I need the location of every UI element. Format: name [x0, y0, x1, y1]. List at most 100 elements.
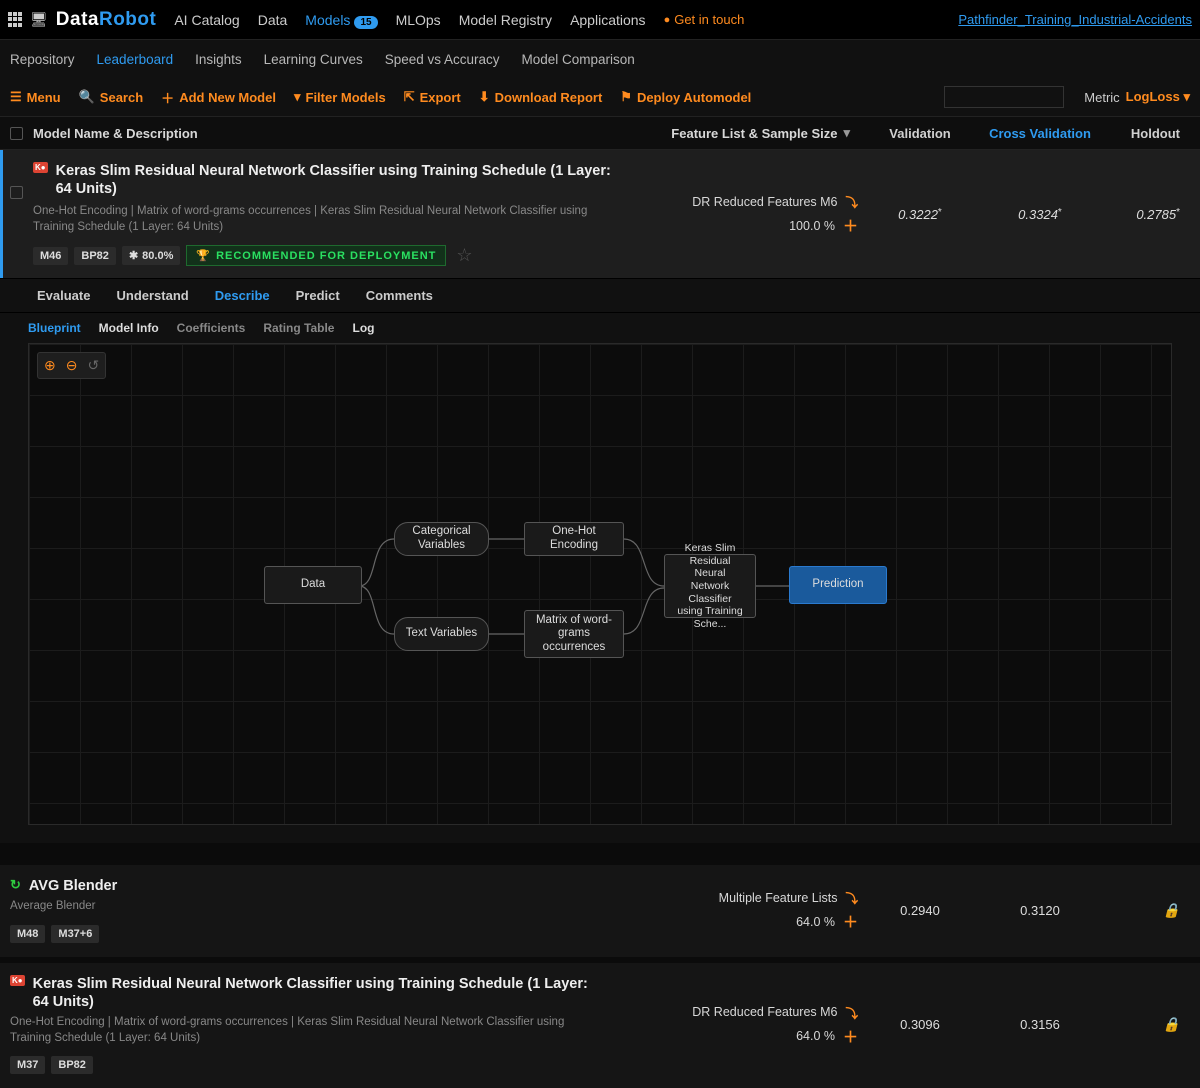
node-data[interactable]: Data: [264, 566, 362, 604]
node-matrix[interactable]: Matrix of word-grams occurrences: [524, 610, 624, 658]
subnav-repository[interactable]: Repository: [10, 52, 75, 67]
metric-label: Metric: [1084, 90, 1119, 105]
sample-size-pct: 100.0 %: [789, 219, 835, 233]
subnav-model-comparison[interactable]: Model Comparison: [522, 52, 635, 67]
feature-list-name: DR Reduced Features M6: [692, 195, 837, 209]
col-model-name[interactable]: Model Name & Description: [33, 126, 198, 141]
keras-icon: K●: [10, 975, 25, 986]
subtab-blueprint[interactable]: Blueprint: [28, 321, 81, 335]
chevron-down-icon: ▾: [1183, 89, 1190, 104]
feature-list-name: Multiple Feature Lists: [719, 891, 838, 905]
col-validation[interactable]: Validation: [860, 126, 980, 141]
add-sample-button[interactable]: ＋: [843, 911, 858, 932]
model-title: AVG Blender: [29, 877, 117, 895]
zoom-out-icon[interactable]: ⊖: [66, 357, 78, 374]
deploy-automodel-button[interactable]: ⚑Deploy Automodel: [620, 89, 751, 105]
validation-score: 0.2940: [860, 903, 980, 918]
cross-validation-score: 0.3156: [980, 1017, 1100, 1032]
col-holdout[interactable]: Holdout: [1100, 126, 1190, 141]
model-row[interactable]: K● Keras Slim Residual Neural Network Cl…: [0, 963, 1200, 1088]
holdout-locked: 🔒: [1100, 1016, 1190, 1033]
nav-model-registry[interactable]: Model Registry: [459, 12, 552, 28]
tab-describe[interactable]: Describe: [202, 279, 283, 312]
monitor-icon: 🖥: [30, 11, 48, 28]
get-in-touch-link[interactable]: Get in touch: [664, 12, 745, 27]
subtab-model-info[interactable]: Model Info: [99, 321, 159, 335]
recommended-badge: RECOMMENDED FOR DEPLOYMENT: [186, 245, 446, 266]
node-categorical[interactable]: Categorical Variables: [394, 522, 489, 556]
nav-ai-catalog[interactable]: AI Catalog: [174, 12, 239, 28]
model-tag-pct: ✱80.0%: [122, 246, 180, 265]
nav-models[interactable]: Models15: [305, 12, 377, 28]
download-report-button[interactable]: ⬇Download Report: [479, 89, 603, 105]
models-count-badge: 15: [354, 16, 377, 29]
filter-icon: ▾: [294, 89, 301, 105]
reset-zoom-icon[interactable]: ↺: [87, 357, 99, 374]
add-model-button[interactable]: ＋Add New Model: [161, 88, 276, 107]
validation-score: 0.3096: [860, 1017, 980, 1032]
subnav-speed-accuracy[interactable]: Speed vs Accuracy: [385, 52, 500, 67]
filter-models-button[interactable]: ▾Filter Models: [294, 89, 386, 105]
search-button[interactable]: 🔍Search: [79, 89, 144, 105]
model-description: Average Blender: [10, 899, 570, 915]
branch-icon[interactable]: ⤵: [845, 1003, 858, 1022]
model-tag-bp: BP82: [74, 247, 116, 265]
nav-data[interactable]: Data: [258, 12, 288, 28]
sample-size-pct: 64.0 %: [796, 1029, 835, 1043]
subnav-leaderboard[interactable]: Leaderboard: [97, 52, 174, 67]
zoom-in-icon[interactable]: ⊕: [44, 357, 56, 374]
tab-understand[interactable]: Understand: [103, 279, 201, 312]
subnav-insights[interactable]: Insights: [195, 52, 242, 67]
star-favorite-button[interactable]: ☆: [456, 245, 472, 266]
metric-selector-input[interactable]: [944, 86, 1064, 108]
metric-dropdown[interactable]: LogLoss ▾: [1126, 89, 1190, 105]
apps-grid-icon[interactable]: [8, 12, 24, 28]
nav-applications[interactable]: Applications: [570, 12, 646, 28]
filter-feature-icon[interactable]: ▾: [843, 125, 850, 141]
col-feature-list[interactable]: Feature List & Sample Size: [671, 126, 837, 141]
holdout-score: 0.2785*: [1100, 207, 1190, 222]
node-keras[interactable]: Keras Slim Residual Neural Network Class…: [664, 554, 756, 618]
export-button[interactable]: ⇱Export: [404, 89, 461, 105]
add-sample-button[interactable]: ＋: [843, 1026, 858, 1047]
model-checkbox[interactable]: [10, 186, 23, 199]
blueprint-canvas[interactable]: ⊕ ⊖ ↺ Data Categorical Variables Text Va…: [28, 343, 1172, 825]
menu-icon: ☰: [10, 89, 22, 105]
tab-comments[interactable]: Comments: [353, 279, 446, 312]
branch-icon[interactable]: ⤵: [845, 888, 858, 907]
feature-list-name: DR Reduced Features M6: [692, 1005, 837, 1019]
nav-mlops[interactable]: MLOps: [396, 12, 441, 28]
model-tag-bp: BP82: [51, 1056, 93, 1074]
cross-validation-score: 0.3324*: [980, 207, 1100, 222]
cross-validation-score: 0.3120: [980, 903, 1100, 918]
subtab-log[interactable]: Log: [352, 321, 374, 335]
sample-size-pct: 64.0 %: [796, 915, 835, 929]
download-icon: ⬇: [479, 89, 490, 105]
model-tag-m: M48: [10, 925, 45, 943]
export-icon: ⇱: [404, 89, 415, 105]
col-cross-validation[interactable]: Cross Validation: [980, 126, 1100, 141]
node-prediction[interactable]: Prediction: [789, 566, 887, 604]
model-tag-m: M37: [10, 1056, 45, 1074]
model-row[interactable]: K● Keras Slim Residual Neural Network Cl…: [0, 150, 1200, 278]
tab-evaluate[interactable]: Evaluate: [24, 279, 103, 312]
add-sample-button[interactable]: ＋: [843, 215, 858, 236]
subtab-rating-table[interactable]: Rating Table: [263, 321, 334, 335]
menu-button[interactable]: ☰Menu: [10, 89, 61, 105]
select-all-checkbox[interactable]: [10, 127, 23, 140]
node-text[interactable]: Text Variables: [394, 617, 489, 651]
plus-icon: ＋: [161, 88, 174, 107]
model-title: Keras Slim Residual Neural Network Class…: [33, 975, 593, 1011]
subtab-coefficients[interactable]: Coefficients: [177, 321, 246, 335]
lock-icon: 🔒: [1163, 902, 1180, 918]
model-row[interactable]: ↻ AVG Blender Average Blender M48 M37+6 …: [0, 865, 1200, 957]
logo: DataRobot: [56, 9, 157, 31]
branch-icon[interactable]: ⤵: [845, 192, 858, 211]
subnav-learning-curves[interactable]: Learning Curves: [264, 52, 363, 67]
tab-predict[interactable]: Predict: [283, 279, 353, 312]
model-title: Keras Slim Residual Neural Network Class…: [56, 162, 616, 198]
node-onehot[interactable]: One-Hot Encoding: [524, 522, 624, 556]
project-name-link[interactable]: Pathfinder_Training_Industrial-Accidents: [958, 12, 1192, 27]
holdout-locked: 🔒: [1100, 902, 1190, 919]
validation-score: 0.3222*: [860, 207, 980, 222]
